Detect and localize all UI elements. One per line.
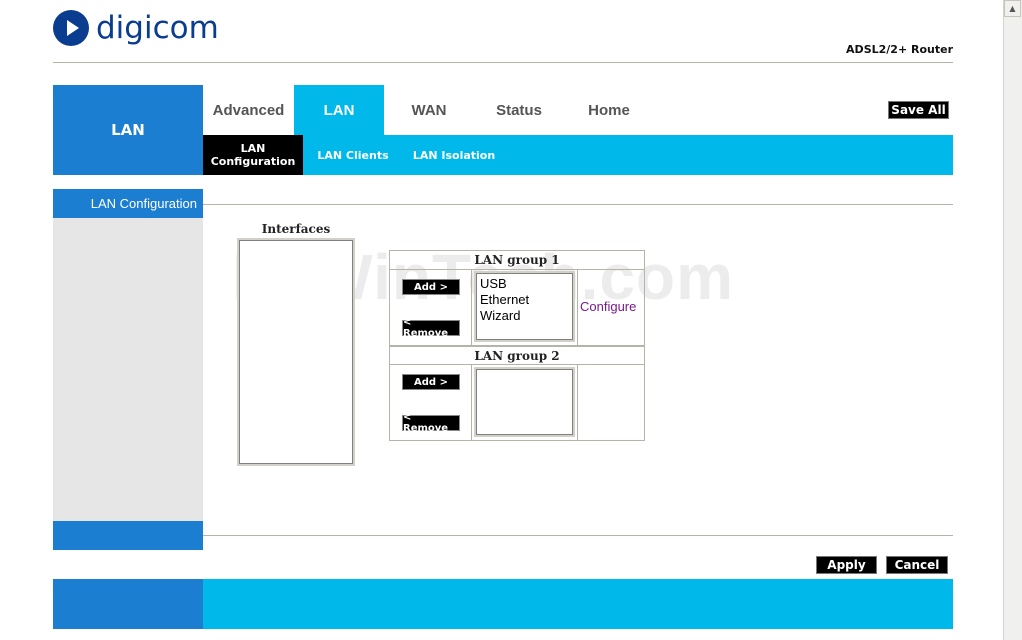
footer-left-bar xyxy=(53,579,203,629)
tab-lan[interactable]: LAN xyxy=(294,85,384,135)
listbox-frame xyxy=(239,240,353,464)
group-2-remove-button[interactable]: < Remove xyxy=(402,412,460,434)
subtab-lan-clients[interactable]: LAN Clients xyxy=(308,135,398,175)
footer-right-bar xyxy=(203,579,953,629)
listbox-frame xyxy=(476,369,573,435)
content-top-divider xyxy=(203,204,953,205)
group-2-add-button[interactable]: Add > xyxy=(402,374,460,390)
interfaces-listbox[interactable] xyxy=(237,238,355,466)
sidebar-item-lan-configuration[interactable]: LAN Configuration xyxy=(53,189,203,218)
brand-name: digicom xyxy=(96,10,219,46)
interfaces-title: Interfaces xyxy=(261,222,331,236)
tab-wan[interactable]: WAN xyxy=(384,85,474,135)
list-item[interactable]: Wizard xyxy=(480,308,520,324)
cancel-button[interactable]: Cancel xyxy=(886,556,948,574)
group-divider-1a xyxy=(471,269,472,345)
header-divider xyxy=(53,62,953,63)
group-1-add-button[interactable]: Add > xyxy=(402,279,460,295)
group-1-listbox[interactable]: USB Ethernet Wizard xyxy=(474,271,575,342)
tab-status[interactable]: Status xyxy=(474,85,564,135)
group-1-title: LAN group 1 xyxy=(390,251,644,270)
content-bottom-divider xyxy=(203,535,953,536)
group-divider-2b xyxy=(577,365,578,440)
model-label: ADSL2/2+ Router xyxy=(846,43,953,56)
group-divider-1b xyxy=(577,269,578,345)
save-all-button[interactable]: Save All xyxy=(888,101,949,119)
configure-link[interactable]: Configure xyxy=(580,299,636,314)
scroll-up-arrow-icon[interactable]: ▲ xyxy=(1004,0,1021,17)
vertical-scrollbar[interactable] xyxy=(1003,0,1022,640)
subtab-lan-configuration[interactable]: LAN Configuration xyxy=(203,135,303,175)
section-title: LAN xyxy=(53,85,203,175)
group-2-title: LAN group 2 xyxy=(390,346,644,365)
group-2-listbox[interactable] xyxy=(474,367,575,437)
list-item[interactable]: Ethernet xyxy=(480,292,529,308)
list-item[interactable]: USB xyxy=(480,276,507,292)
subtab-lan-isolation[interactable]: LAN Isolation xyxy=(404,135,504,175)
tab-home[interactable]: Home xyxy=(564,85,654,135)
apply-button[interactable]: Apply xyxy=(816,556,877,574)
digicom-logo-icon xyxy=(53,10,89,46)
sidebar-panel xyxy=(53,218,203,521)
tab-advanced[interactable]: Advanced xyxy=(203,85,294,135)
group-1-remove-button[interactable]: < Remove xyxy=(402,317,460,339)
sidebar-footer xyxy=(53,521,203,550)
group-divider-2a xyxy=(471,365,472,440)
